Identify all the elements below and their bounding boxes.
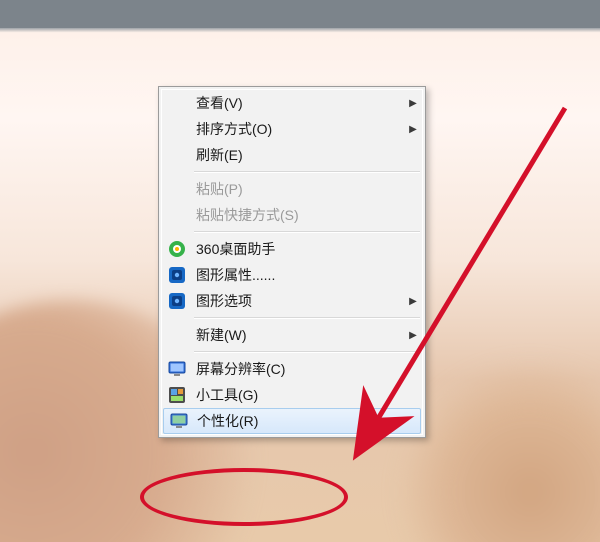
menu-item-label: 小工具(G)	[192, 385, 404, 405]
menu-item-label: 查看(V)	[192, 93, 404, 113]
menu-item-gfx-opts[interactable]: 图形选项▶	[162, 288, 422, 314]
menu-item-paste: 粘贴(P)	[162, 176, 422, 202]
menu-item-new[interactable]: 新建(W)▶	[162, 322, 422, 348]
menu-item-gadgets[interactable]: 小工具(G)	[162, 382, 422, 408]
desktop-context-menu: 查看(V)▶排序方式(O)▶刷新(E)粘贴(P)粘贴快捷方式(S)360桌面助手…	[158, 86, 426, 438]
360-icon	[162, 236, 192, 262]
menu-icon-empty	[162, 116, 192, 142]
menu-item-label: 个性化(R)	[193, 411, 402, 431]
menu-icon-empty	[162, 176, 192, 202]
menu-item-label: 粘贴(P)	[192, 179, 404, 199]
menu-separator	[194, 171, 420, 173]
menu-icon-empty	[162, 90, 192, 116]
menu-item-label: 图形属性......	[192, 265, 404, 285]
submenu-arrow-icon: ▶	[404, 124, 422, 135]
menu-item-view[interactable]: 查看(V)▶	[162, 90, 422, 116]
desktop-background[interactable]: 查看(V)▶排序方式(O)▶刷新(E)粘贴(P)粘贴快捷方式(S)360桌面助手…	[0, 0, 600, 542]
gadget-icon	[162, 382, 192, 408]
menu-item-refresh[interactable]: 刷新(E)	[162, 142, 422, 168]
menu-item-label: 刷新(E)	[192, 145, 404, 165]
personal-icon	[164, 409, 193, 433]
wallpaper-shape	[400, 362, 600, 542]
menu-item-gfx-props[interactable]: 图形属性......	[162, 262, 422, 288]
window-top-border	[0, 0, 600, 28]
menu-icon-empty	[162, 202, 192, 228]
menu-item-resolution[interactable]: 屏幕分辨率(C)	[162, 356, 422, 382]
menu-icon-empty	[162, 142, 192, 168]
menu-item-label: 粘贴快捷方式(S)	[192, 205, 404, 225]
menu-separator	[194, 317, 420, 319]
menu-separator	[194, 231, 420, 233]
submenu-arrow-icon: ▶	[404, 296, 422, 307]
menu-item-label: 排序方式(O)	[192, 119, 404, 139]
menu-item-label: 屏幕分辨率(C)	[192, 359, 404, 379]
intel-icon	[162, 262, 192, 288]
menu-separator	[194, 351, 420, 353]
menu-item-360desk[interactable]: 360桌面助手	[162, 236, 422, 262]
menu-item-label: 360桌面助手	[192, 239, 404, 259]
monitor-icon	[162, 356, 192, 382]
intel-icon	[162, 288, 192, 314]
menu-item-personalize[interactable]: 个性化(R)	[163, 408, 421, 434]
menu-item-paste-short: 粘贴快捷方式(S)	[162, 202, 422, 228]
menu-item-label: 新建(W)	[192, 325, 404, 345]
menu-item-label: 图形选项	[192, 291, 404, 311]
submenu-arrow-icon: ▶	[404, 330, 422, 341]
submenu-arrow-icon: ▶	[404, 98, 422, 109]
menu-icon-empty	[162, 322, 192, 348]
menu-item-sort[interactable]: 排序方式(O)▶	[162, 116, 422, 142]
